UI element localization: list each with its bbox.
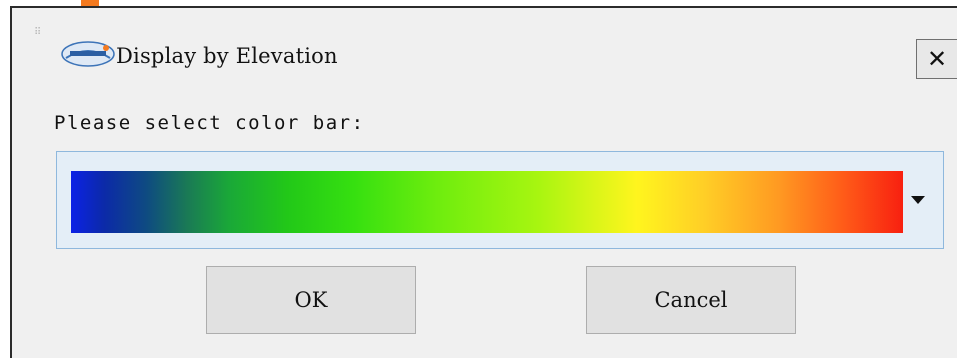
color-bar-select[interactable] [56,151,944,249]
color-bar-prompt: Please select color bar: [54,112,365,134]
cancel-button[interactable]: Cancel [586,266,796,334]
ok-button-label: OK [294,288,328,312]
dropdown-arrow-icon[interactable] [911,196,925,204]
ok-button[interactable]: OK [206,266,416,334]
close-icon: ✕ [926,45,948,73]
cancel-button-label: Cancel [654,288,728,312]
window-title: Display by Elevation [116,44,338,68]
drag-grip-icon[interactable]: ⠿ [34,28,42,38]
app-logo-icon [61,41,115,67]
color-bar-preview [71,171,903,233]
dialog-window: ⠿ Display by Elevation ✕ Please select c… [10,6,957,358]
close-button[interactable]: ✕ [916,39,957,79]
